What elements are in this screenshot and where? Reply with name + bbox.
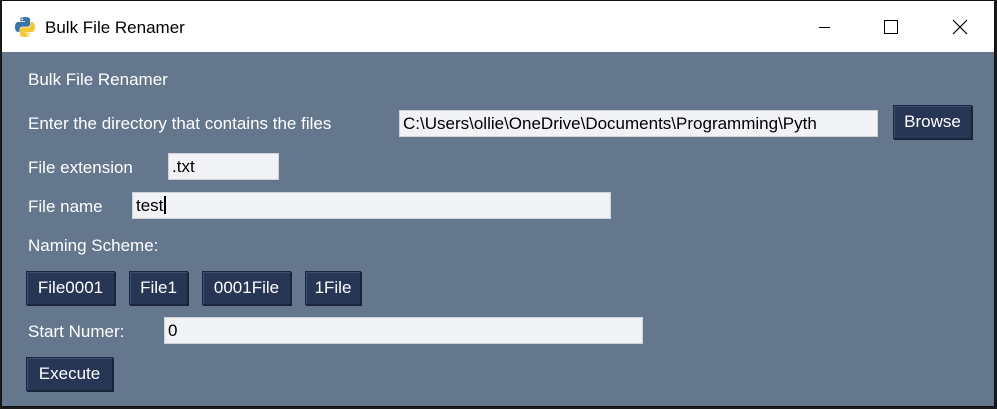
start-number-label: Start Numer: xyxy=(28,322,125,341)
scheme-1file-button[interactable]: 1File xyxy=(305,271,361,305)
browse-button[interactable]: Browse xyxy=(893,105,972,139)
start-number-input[interactable]: 0 xyxy=(164,317,643,344)
maximize-icon xyxy=(884,19,898,34)
scheme-file0001-button[interactable]: File0001 xyxy=(26,271,115,305)
python-icon xyxy=(14,16,36,38)
app-window: Bulk File Renamer Bulk File Renamer Ente… xyxy=(1,0,995,407)
naming-scheme-label: Naming Scheme: xyxy=(28,236,159,255)
directory-label: Enter the directory that contains the fi… xyxy=(28,114,332,133)
extension-input[interactable]: .txt xyxy=(168,153,279,180)
close-button[interactable] xyxy=(937,1,983,52)
app-heading: Bulk File Renamer xyxy=(28,70,168,89)
filename-input[interactable]: test xyxy=(132,192,611,219)
scheme-0001file-button[interactable]: 0001File xyxy=(202,271,291,305)
filename-label: File name xyxy=(28,197,103,216)
minimize-icon xyxy=(819,26,830,28)
maximize-button[interactable] xyxy=(868,1,914,52)
text-caret xyxy=(164,196,167,214)
directory-input[interactable]: C:\Users\ollie\OneDrive\Documents\Progra… xyxy=(399,110,878,137)
scheme-file1-button[interactable]: File1 xyxy=(129,271,188,305)
execute-button[interactable]: Execute xyxy=(26,357,113,391)
main-content: Bulk File Renamer Enter the directory th… xyxy=(2,52,994,408)
close-icon xyxy=(952,19,968,34)
extension-label: File extension xyxy=(28,158,133,177)
minimize-button[interactable] xyxy=(802,1,848,52)
title-bar[interactable]: Bulk File Renamer xyxy=(2,1,994,52)
filename-value: test xyxy=(136,196,164,215)
window-title: Bulk File Renamer xyxy=(45,18,185,37)
